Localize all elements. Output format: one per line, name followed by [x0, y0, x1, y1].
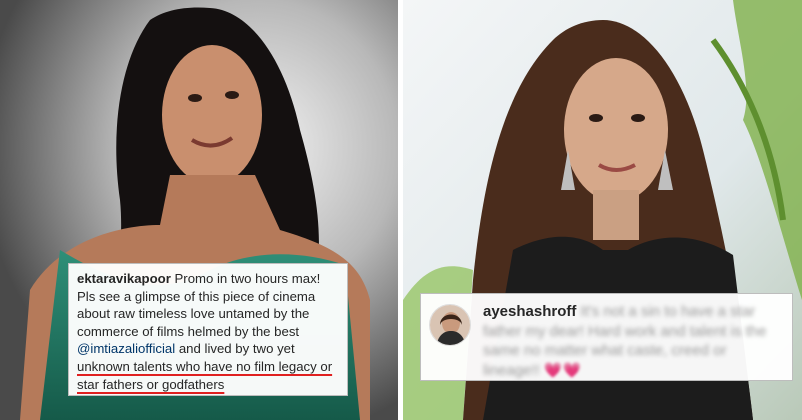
- right-comment-username[interactable]: ayeshashroff: [483, 303, 576, 320]
- left-caption-username[interactable]: ektaravikapoor: [77, 271, 171, 286]
- left-photo-panel: ektaravikapoor Promo in two hours max! P…: [0, 0, 398, 420]
- left-caption-highlighted-text: unknown talents who have no film legacy …: [77, 358, 333, 392]
- right-comment-text: ayeshashroff It's not a sin to have a st…: [483, 302, 783, 380]
- right-instagram-comment: ayeshashroff It's not a sin to have a st…: [420, 293, 793, 381]
- heart-emoji-icons: 💗💗: [543, 361, 582, 379]
- left-instagram-caption: ektaravikapoor Promo in two hours max! P…: [68, 263, 348, 396]
- left-caption-text-after: and lived by two yet: [178, 341, 295, 357]
- left-caption-mention[interactable]: @imtiazaliofficial: [77, 341, 175, 356]
- avatar-image: [430, 305, 470, 345]
- avatar[interactable]: [429, 304, 471, 346]
